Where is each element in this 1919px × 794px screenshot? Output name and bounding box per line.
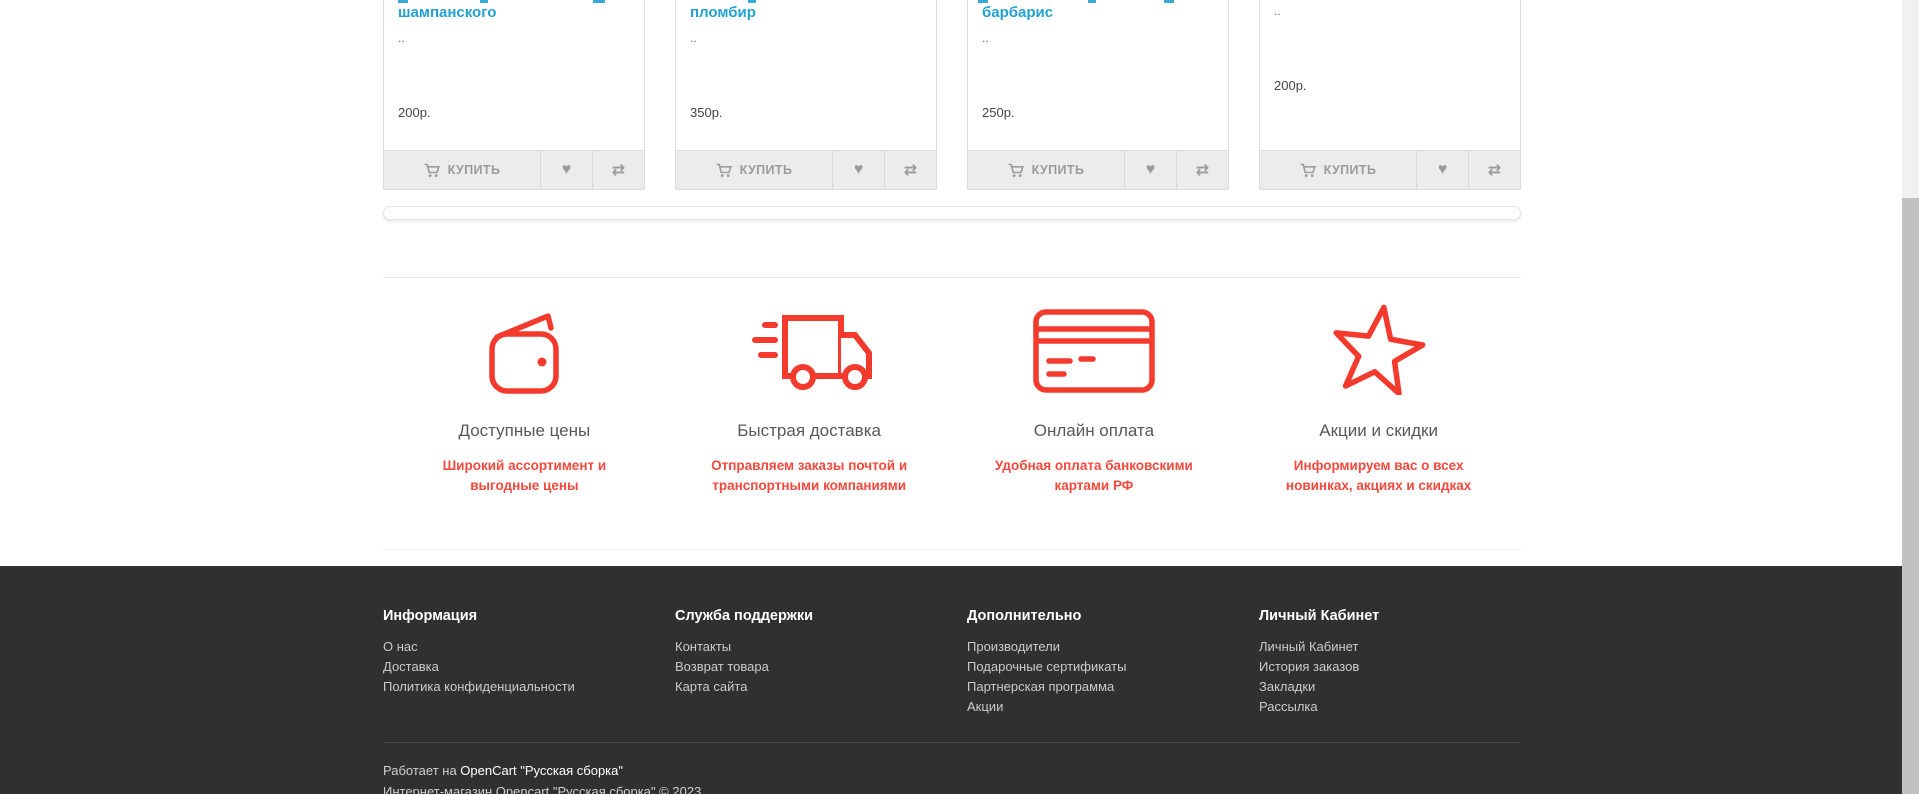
buy-button[interactable]: КУПИТЬ: [1260, 151, 1416, 189]
cart-icon: [716, 163, 733, 178]
heart-icon: ♥: [854, 161, 864, 179]
buy-button[interactable]: КУПИТЬ: [384, 151, 540, 189]
heart-icon: ♥: [1146, 161, 1156, 179]
footer-heading: Служба поддержки: [675, 608, 955, 624]
wishlist-button[interactable]: ♥: [1416, 151, 1468, 189]
copyright-line: Интернет-магазин Opencart "Русская сборк…: [383, 784, 701, 794]
compare-arrows-icon: ⇄: [904, 160, 917, 180]
buy-button-label: КУПИТЬ: [1324, 163, 1377, 177]
product-price: 350р.: [690, 105, 723, 120]
content-panel-bottom: [383, 206, 1521, 220]
product-card: пломбир .. 350р. КУПИТЬ ♥ ⇄: [675, 0, 937, 190]
feature-payment: Онлайн оплата Удобная оплата банковскими…: [952, 295, 1237, 496]
footer-link-contacts[interactable]: Контакты: [675, 639, 731, 654]
product-description: ..: [690, 31, 697, 45]
product-card: .. 200р. КУПИТЬ ♥ ⇄: [1259, 0, 1521, 190]
heart-icon: ♥: [1438, 161, 1448, 179]
footer-link-returns[interactable]: Возврат товара: [675, 659, 769, 674]
cart-icon: [424, 163, 441, 178]
footer-link-affiliate[interactable]: Партнерская программа: [967, 679, 1114, 694]
product-button-row: КУПИТЬ ♥ ⇄: [676, 150, 936, 189]
buy-button[interactable]: КУПИТЬ: [676, 151, 832, 189]
product-title-link[interactable]: шампанского: [398, 3, 634, 23]
powered-by: Работает на OpenCart "Русская сборка": [383, 763, 623, 778]
compare-arrows-icon: ⇄: [1488, 160, 1501, 180]
wishlist-button[interactable]: ♥: [540, 151, 592, 189]
footer-link-account[interactable]: Личный Кабинет: [1259, 639, 1358, 654]
wishlist-button[interactable]: ♥: [1124, 151, 1176, 189]
compare-arrows-icon: ⇄: [1196, 160, 1209, 180]
product-title-link[interactable]: барбарис: [982, 3, 1218, 23]
product-card: барбарис .. 250р. КУПИТЬ ♥ ⇄: [967, 0, 1229, 190]
footer-column-extra: Дополнительно Производители Подарочные с…: [967, 608, 1247, 717]
feature-prices: Доступные цены Широкий ассортимент и выг…: [382, 295, 667, 496]
feature-text: Удобная оплата банковскими картами РФ: [952, 456, 1237, 496]
product-price: 200р.: [398, 105, 431, 120]
compare-button[interactable]: ⇄: [1468, 151, 1520, 189]
feature-sales: Акции и скидки Информируем вас о всех но…: [1236, 295, 1521, 496]
feature-title: Доступные цены: [382, 421, 667, 441]
feature-text: Информируем вас о всех новинках, акциях …: [1236, 456, 1521, 496]
product-description: ..: [398, 31, 405, 45]
footer-link-order-history[interactable]: История заказов: [1259, 659, 1359, 674]
footer-column-information: Информация О нас Доставка Политика конфи…: [383, 608, 663, 697]
feature-text: Отправляем заказы почтой и транспортными…: [667, 456, 952, 496]
compare-button[interactable]: ⇄: [1176, 151, 1228, 189]
footer-link-about[interactable]: О нас: [383, 639, 418, 654]
product-button-row: КУПИТЬ ♥ ⇄: [384, 150, 644, 189]
powered-by-text: Работает на: [383, 763, 460, 778]
buy-button-label: КУПИТЬ: [740, 163, 793, 177]
footer-heading: Информация: [383, 608, 663, 624]
compare-button[interactable]: ⇄: [884, 151, 936, 189]
credit-card-icon: [1032, 307, 1156, 395]
footer: Информация О нас Доставка Политика конфи…: [0, 566, 1902, 794]
product-title-link[interactable]: пломбир: [690, 3, 926, 23]
scrollbar-thumb[interactable]: [1902, 198, 1919, 794]
divider: [383, 549, 1521, 550]
product-description: ..: [1274, 4, 1281, 18]
footer-link-specials[interactable]: Акции: [967, 699, 1003, 714]
footer-link-gift-certificates[interactable]: Подарочные сертификаты: [967, 659, 1126, 674]
feature-title: Онлайн оплата: [952, 421, 1237, 441]
footer-column-support: Служба поддержки Контакты Возврат товара…: [675, 608, 955, 697]
buy-button-label: КУПИТЬ: [448, 163, 501, 177]
product-description: ..: [982, 31, 989, 45]
product-price: 250р.: [982, 105, 1015, 120]
heart-icon: ♥: [562, 161, 572, 179]
wallet-icon: [484, 307, 564, 395]
cart-icon: [1300, 163, 1317, 178]
footer-link-privacy[interactable]: Политика конфиденциальности: [383, 679, 575, 694]
star-icon: [1328, 303, 1430, 395]
footer-heading: Дополнительно: [967, 608, 1247, 624]
footer-link-wishlist[interactable]: Закладки: [1259, 679, 1315, 694]
delivery-truck-icon: [742, 313, 876, 395]
product-button-row: КУПИТЬ ♥ ⇄: [968, 150, 1228, 189]
buy-button-label: КУПИТЬ: [1032, 163, 1085, 177]
product-card: шампанского .. 200р. КУПИТЬ ♥ ⇄: [383, 0, 645, 190]
feature-text: Широкий ассортимент и выгодные цены: [382, 456, 667, 496]
features-row: Доступные цены Широкий ассортимент и выг…: [382, 295, 1521, 496]
footer-heading: Личный Кабинет: [1259, 608, 1539, 624]
footer-divider: [383, 742, 1521, 743]
feature-delivery: Быстрая доставка Отправляем заказы почто…: [667, 295, 952, 496]
footer-column-account: Личный Кабинет Личный Кабинет История за…: [1259, 608, 1539, 717]
feature-title: Акции и скидки: [1236, 421, 1521, 441]
footer-link-manufacturers[interactable]: Производители: [967, 639, 1060, 654]
footer-link-delivery[interactable]: Доставка: [383, 659, 439, 674]
page: шампанского .. 200р. КУПИТЬ ♥ ⇄ пломбир …: [0, 0, 1919, 794]
wishlist-button[interactable]: ♥: [832, 151, 884, 189]
cart-icon: [1008, 163, 1025, 178]
product-price: 200р.: [1274, 78, 1307, 93]
footer-link-newsletter[interactable]: Рассылка: [1259, 699, 1318, 714]
compare-arrows-icon: ⇄: [612, 160, 625, 180]
divider: [383, 277, 1521, 278]
feature-title: Быстрая доставка: [667, 421, 952, 441]
buy-button[interactable]: КУПИТЬ: [968, 151, 1124, 189]
opencart-link[interactable]: OpenCart "Русская сборка": [460, 763, 623, 778]
product-button-row: КУПИТЬ ♥ ⇄: [1260, 150, 1520, 189]
compare-button[interactable]: ⇄: [592, 151, 644, 189]
footer-link-sitemap[interactable]: Карта сайта: [675, 679, 747, 694]
